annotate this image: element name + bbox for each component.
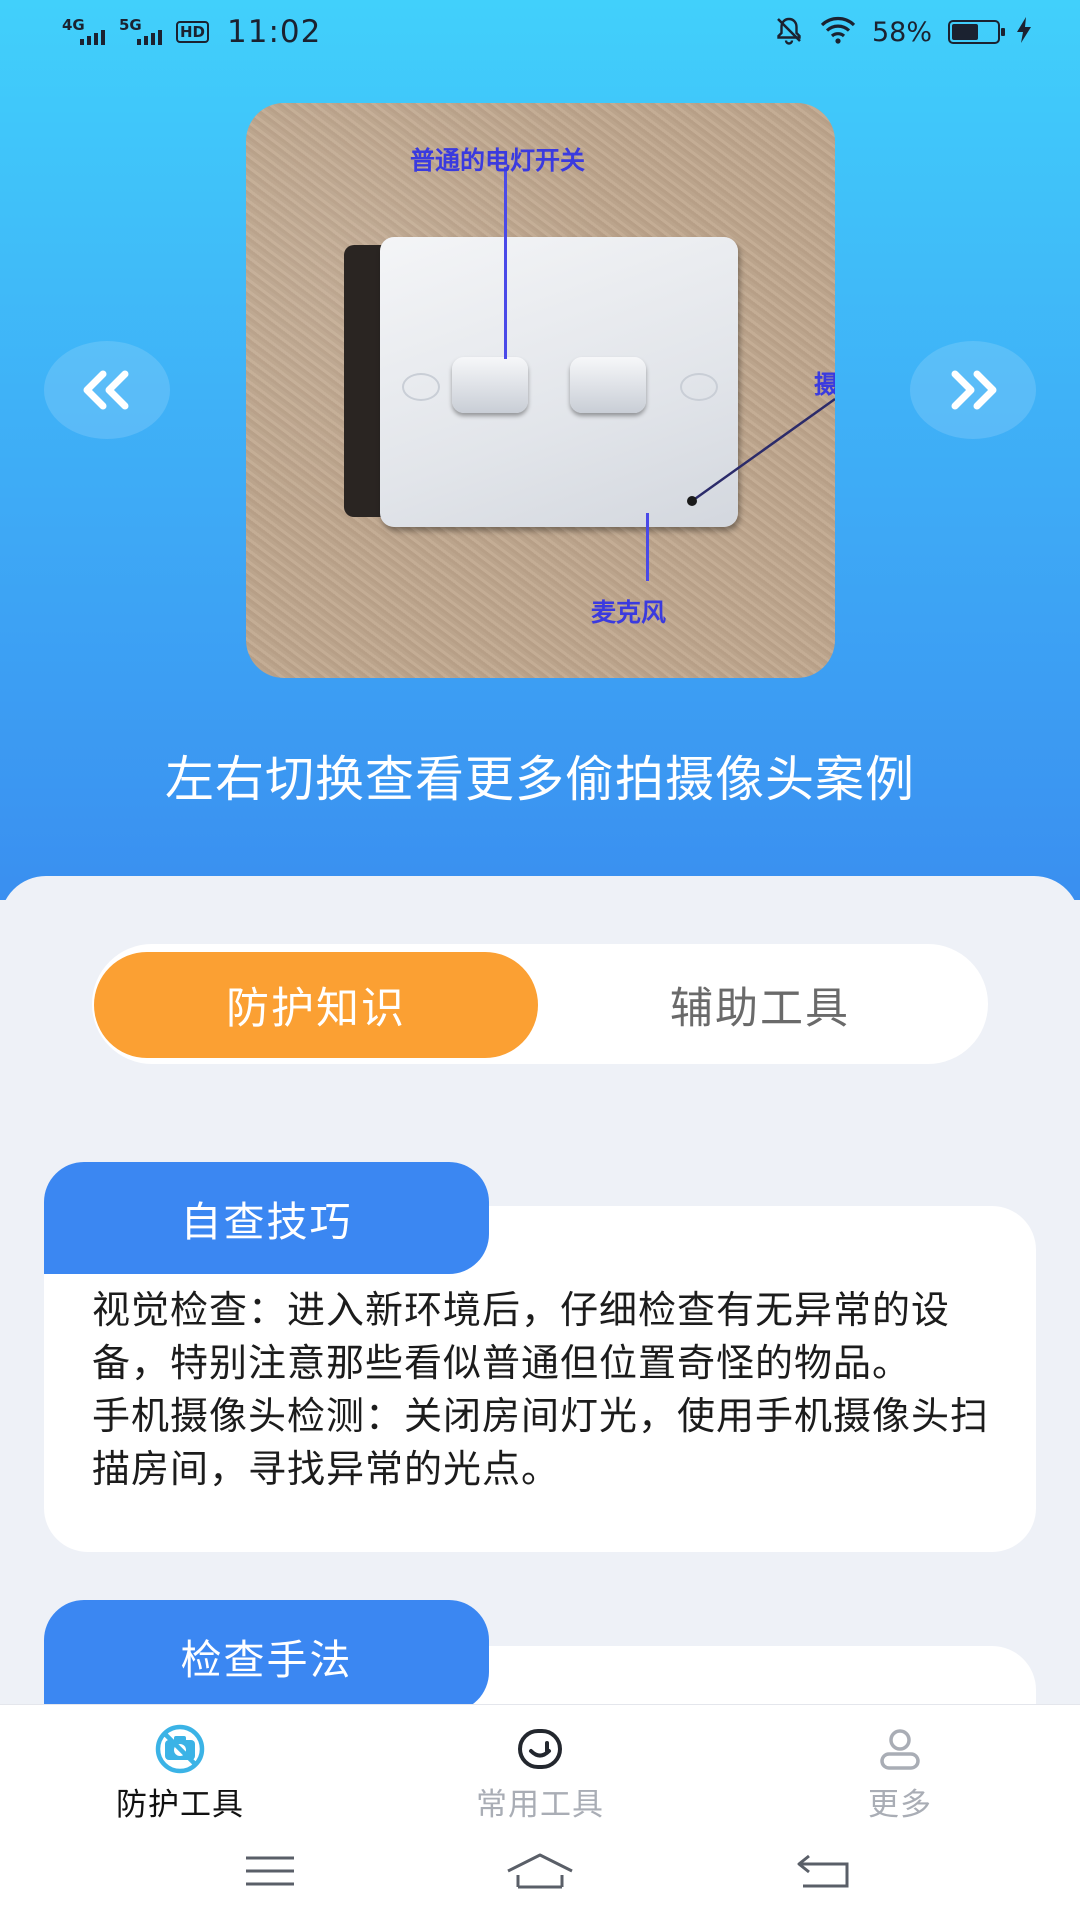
segmented-tabs: 防护知识 辅助工具 <box>92 944 988 1064</box>
back-icon[interactable] <box>784 1846 864 1896</box>
card-title-tag: 自查技巧 <box>44 1162 489 1274</box>
hero-banner: 4G 5G HD 11:02 58% 普通的电灯开关 麦克风 摄 左右切换查看更… <box>0 0 1080 900</box>
status-time: 11:02 <box>227 14 322 50</box>
image-label-cropped: 摄 <box>814 370 835 399</box>
carousel-caption: 左右切换查看更多偷拍摄像头案例 <box>164 751 915 808</box>
nav-label: 防护工具 <box>116 1787 244 1823</box>
system-navigation-bar <box>0 1822 1080 1920</box>
signal-4g-icon: 4G <box>62 16 105 45</box>
carousel-image[interactable]: 普通的电灯开关 麦克风 摄 <box>246 103 835 678</box>
nav-more[interactable]: 更多 <box>800 1723 1000 1824</box>
tab-auxiliary-tools[interactable]: 辅助工具 <box>538 952 982 1058</box>
status-bar-left: 4G 5G HD 11:02 <box>62 12 321 52</box>
nav-label: 常用工具 <box>476 1787 604 1823</box>
mic-callout-line <box>687 397 835 506</box>
bottom-nav: 防护工具 常用工具 更多 <box>0 1704 1080 1823</box>
battery-percent: 58% <box>871 16 932 48</box>
double-chevron-right-icon <box>951 370 997 410</box>
nav-protection-tools[interactable]: 防护工具 <box>80 1723 280 1824</box>
image-label-switch: 普通的电灯开关 <box>410 146 586 175</box>
tab-protection-knowledge[interactable]: 防护知识 <box>94 952 538 1058</box>
content-panel: 防护知识 辅助工具 视觉检查：进入新环境后，仔细检查有无异常的设备，特别注意那些… <box>0 876 1080 1706</box>
double-chevron-left-icon <box>83 370 129 410</box>
network-type-label: 5G <box>119 15 142 34</box>
status-bar: 4G 5G HD 11:02 58% <box>0 0 1080 66</box>
menu-icon[interactable] <box>230 1846 310 1896</box>
image-label-microphone: 麦克风 <box>591 598 667 627</box>
hd-voice-icon: HD <box>176 21 210 43</box>
card-title-tag: 检查手法 <box>44 1600 489 1706</box>
camera-block-icon <box>80 1723 280 1775</box>
nav-label: 更多 <box>868 1787 932 1823</box>
nav-common-tools[interactable]: 常用工具 <box>440 1723 640 1824</box>
status-bar-right: 58% <box>774 12 1032 52</box>
wifi-icon <box>820 16 856 48</box>
battery-icon <box>948 20 1005 44</box>
carousel-prev-button[interactable] <box>44 341 170 439</box>
person-icon <box>800 1723 1000 1775</box>
signal-5g-icon: 5G <box>119 16 162 45</box>
home-icon[interactable] <box>500 1846 580 1896</box>
carousel-next-button[interactable] <box>910 341 1036 439</box>
network-type-label: 4G <box>62 15 85 34</box>
smile-icon <box>440 1723 640 1775</box>
card-body-text: 视觉检查：进入新环境后，仔细检查有无异常的设备，特别注意那些看似普通但位置奇怪的… <box>92 1288 990 1491</box>
charging-icon <box>1016 17 1032 47</box>
mute-icon <box>774 15 804 49</box>
